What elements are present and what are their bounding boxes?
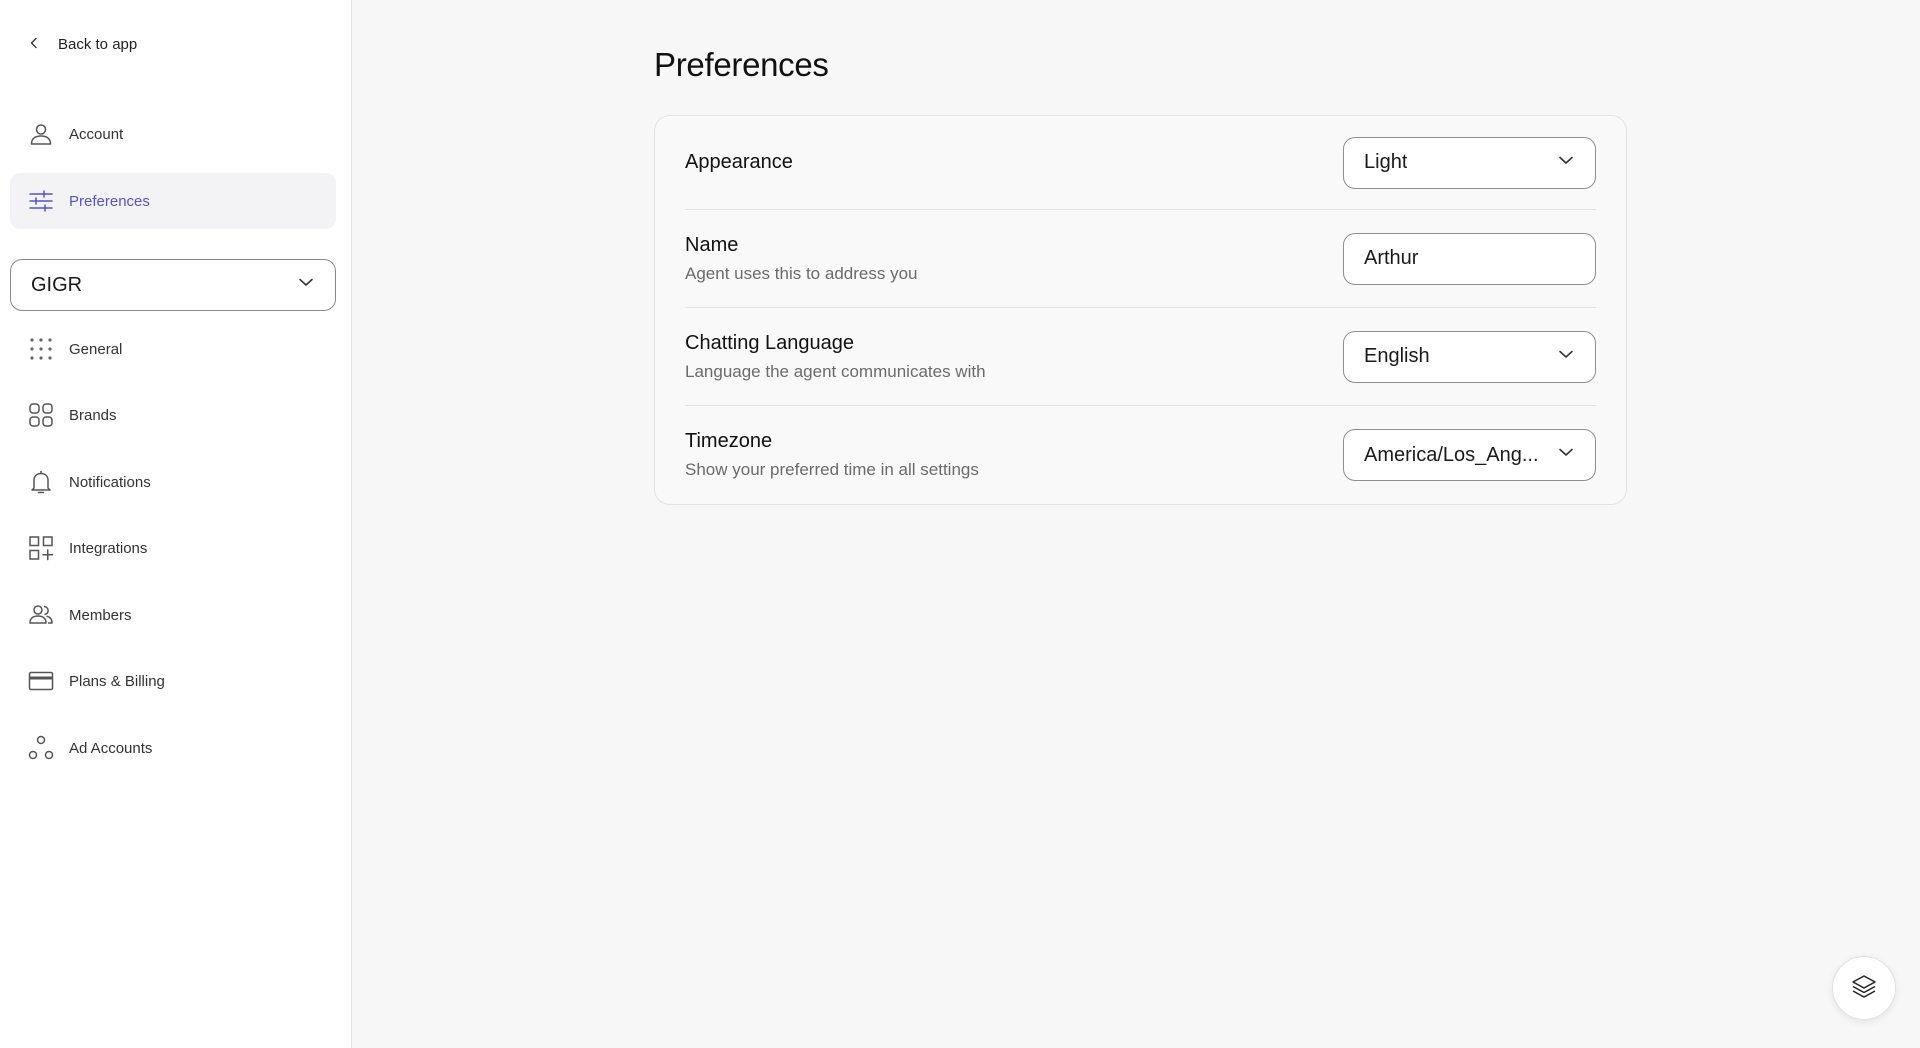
setting-description: Language the agent communicates with — [685, 361, 986, 381]
back-to-app-label: Back to app — [58, 36, 138, 53]
setting-text: Name Agent uses this to address you — [685, 234, 917, 284]
chevron-left-icon — [28, 36, 40, 53]
language-select-value: English — [1364, 345, 1430, 367]
setting-row-chatting-language: Chatting Language Language the agent com… — [685, 308, 1596, 406]
sidebar-item-brands[interactable]: Brands — [10, 387, 336, 443]
setting-row-appearance: Appearance Light — [685, 116, 1596, 210]
credit-card-icon — [28, 668, 54, 694]
sidebar-item-account[interactable]: Account — [10, 106, 336, 162]
chevron-down-icon — [297, 273, 315, 297]
sidebar-item-label: Preferences — [69, 192, 150, 210]
sidebar-item-ad-accounts[interactable]: Ad Accounts — [10, 720, 336, 776]
nodes-icon — [28, 735, 54, 761]
sidebar-item-members[interactable]: Members — [10, 587, 336, 643]
sidebar-item-integrations[interactable]: Integrations — [10, 520, 336, 576]
workspace-select[interactable]: GIGR — [10, 259, 336, 311]
setting-text: Appearance — [685, 151, 793, 174]
name-input[interactable] — [1343, 232, 1596, 285]
sidebar-item-notifications[interactable]: Notifications — [10, 454, 336, 510]
setting-text: Timezone Show your preferred time in all… — [685, 430, 979, 480]
layers-button[interactable] — [1832, 956, 1896, 1020]
sidebar-item-label: Integrations — [69, 539, 148, 557]
back-to-app-link[interactable]: Back to app — [28, 36, 137, 53]
page-title: Preferences — [654, 46, 829, 83]
sidebar-item-label: Plans & Billing — [69, 672, 165, 690]
appearance-select-value: Light — [1364, 151, 1408, 173]
setting-label: Timezone — [685, 430, 773, 452]
sidebar-item-general[interactable]: General — [10, 321, 336, 377]
sidebar-item-plans-billing[interactable]: Plans & Billing — [10, 653, 336, 709]
add-grid-icon — [28, 535, 54, 561]
users-icon — [28, 602, 54, 628]
preferences-main: Preferences Appearance Light Name Agent … — [352, 0, 1920, 1048]
setting-row-timezone: Timezone Show your preferred time in all… — [685, 406, 1596, 504]
user-icon — [28, 121, 54, 147]
sidebar-item-preferences[interactable]: Preferences — [10, 173, 336, 229]
app-root: Back to app Account Preferences GIGR Gen… — [0, 0, 1920, 1048]
chevron-down-icon — [1557, 443, 1575, 467]
sidebar-item-label: Ad Accounts — [69, 739, 153, 757]
apps-icon — [28, 402, 54, 428]
setting-label: Chatting Language — [685, 331, 855, 354]
setting-description: Show your preferred time in all settings — [685, 460, 979, 479]
sidebar-item-label: Account — [69, 125, 124, 143]
workspace-select-value: GIGR — [31, 273, 83, 296]
setting-label: Name — [685, 233, 739, 256]
settings-sidebar: Back to app Account Preferences GIGR Gen… — [0, 0, 352, 1048]
timezone-select-value: America/Los_Ang... — [1364, 443, 1539, 466]
setting-text: Chatting Language Language the agent com… — [685, 332, 986, 382]
chevron-down-icon — [1557, 151, 1575, 175]
setting-description: Agent uses this to address you — [685, 263, 918, 283]
setting-row-name: Name Agent uses this to address you — [685, 210, 1596, 308]
timezone-select[interactable]: America/Los_Ang... — [1343, 429, 1596, 481]
grid-dots-icon — [28, 336, 54, 362]
bell-icon — [28, 469, 54, 495]
layers-icon — [1851, 973, 1877, 1004]
setting-label: Appearance — [685, 151, 793, 173]
sliders-icon — [28, 188, 54, 214]
sidebar-item-label: General — [69, 340, 123, 358]
sidebar-item-label: Brands — [69, 406, 117, 424]
preferences-card: Appearance Light Name Agent uses this to… — [654, 115, 1627, 505]
sidebar-item-label: Members — [69, 606, 132, 624]
sidebar-item-label: Notifications — [69, 473, 151, 491]
language-select[interactable]: English — [1343, 330, 1596, 383]
chevron-down-icon — [1557, 345, 1575, 369]
appearance-select[interactable]: Light — [1343, 136, 1596, 189]
